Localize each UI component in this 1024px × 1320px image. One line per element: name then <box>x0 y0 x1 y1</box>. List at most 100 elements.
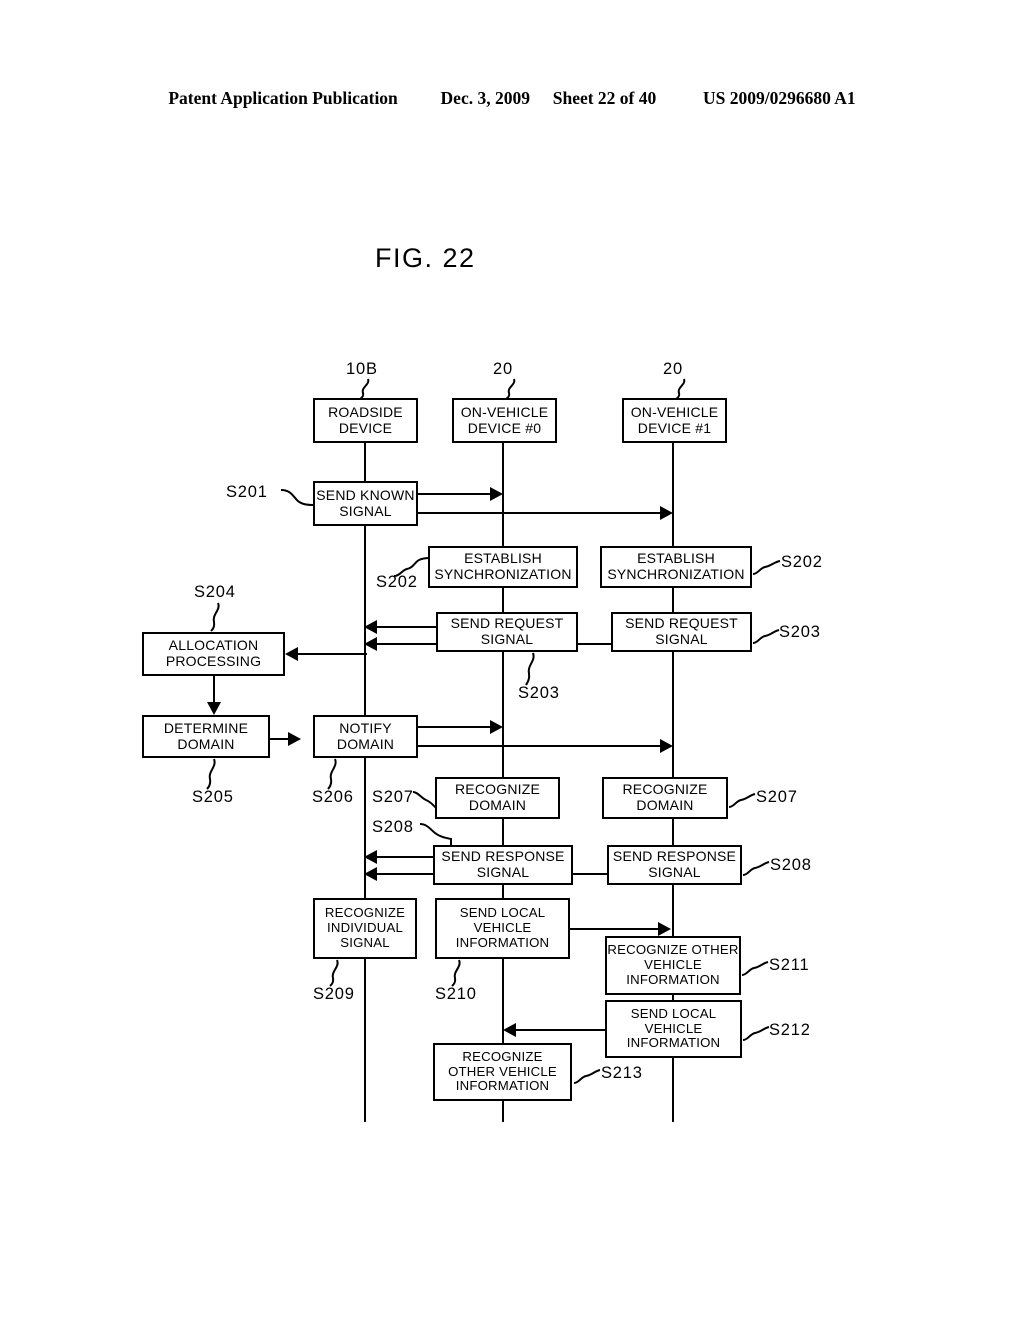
arrowhead-s210-to-onvehicle1 <box>658 922 671 936</box>
leader-squiggle-s205 <box>206 758 216 790</box>
arrow-line-s201-to-onvehicle1 <box>418 512 666 514</box>
step-label-s204: S204 <box>194 583 236 601</box>
lane-header-roadside-line2: DEVICE <box>338 419 393 436</box>
arrowhead-s201-to-onvehicle1 <box>660 506 673 520</box>
arrowhead-notify-to-onvehicle1 <box>660 739 673 753</box>
s209-line1: RECOGNIZE <box>324 905 406 921</box>
step-label-s206: S206 <box>312 788 354 806</box>
leader-squiggle-s203-b <box>752 629 780 644</box>
reference-numeral-20-lane3: 20 <box>663 360 683 378</box>
leader-squiggle-s208-b <box>742 861 770 876</box>
step-label-s211: S211 <box>769 956 810 974</box>
step-label-s202-b: S202 <box>781 553 823 571</box>
step-box-s206-notify-domain: NOTIFY DOMAIN <box>313 715 418 758</box>
step-box-s210-send-local-vehicle-information: SEND LOCAL VEHICLE INFORMATION <box>435 898 570 959</box>
leader-squiggle-s209 <box>329 959 339 987</box>
arrow-line-s208-onvehicle0-to-roadside <box>376 856 435 858</box>
step-box-s213-recognize-other-vehicle-information: RECOGNIZE OTHER VEHICLE INFORMATION <box>433 1043 572 1101</box>
step-label-s212: S212 <box>769 1021 811 1039</box>
s213-line3: INFORMATION <box>455 1078 550 1094</box>
step-label-s208-b: S208 <box>770 856 812 874</box>
s212-line1: SEND LOCAL <box>630 1005 717 1021</box>
step-label-s208-a: S208 <box>372 818 414 836</box>
s204-line1: ALLOCATION <box>168 637 259 654</box>
s211-line2: VEHICLE <box>644 957 702 973</box>
s202b-line2: SYNCHRONIZATION <box>607 566 745 582</box>
arrow-line-s203-onvehicle0-to-roadside <box>376 626 438 628</box>
leader-squiggle-s211 <box>741 961 769 976</box>
s208b-line2: SIGNAL <box>648 864 701 880</box>
step-box-s204-allocation-processing: ALLOCATION PROCESSING <box>142 632 285 676</box>
s203b-line1: SEND REQUEST <box>625 615 738 632</box>
leader-squiggle-s201 <box>280 489 314 506</box>
step-box-s207-recognize-domain-1: RECOGNIZE DOMAIN <box>602 777 728 819</box>
lane-header-onvehicle1-line1: ON-VEHICLE <box>630 403 719 420</box>
step-label-s207-a: S207 <box>372 788 414 806</box>
s201-line2: SIGNAL <box>339 502 392 519</box>
s211-line1: RECOGNIZE OTHER <box>607 942 739 958</box>
leader-squiggle-s207-a <box>412 791 437 809</box>
leader-squiggle-s213 <box>573 1069 601 1084</box>
step-box-s202-establish-synchronization-0: ESTABLISH SYNCHRONIZATION <box>428 546 578 588</box>
s208b-line1: SEND RESPONSE <box>612 848 737 865</box>
s206-line2: DOMAIN <box>336 735 395 752</box>
arrowhead-determine-to-notify <box>288 732 301 746</box>
leader-squiggle-s203-a <box>525 652 535 686</box>
s208a-line1: SEND RESPONSE <box>441 848 565 865</box>
leader-squiggle-20-lane2 <box>505 378 516 400</box>
s212-line3: INFORMATION <box>626 1035 721 1051</box>
arrow-line-allocation-to-determine <box>213 676 215 704</box>
lane-header-onvehicle-device-1: ON-VEHICLE DEVICE #1 <box>622 398 727 443</box>
s202a-line1: ESTABLISH <box>464 550 542 567</box>
s206-line1: NOTIFY <box>339 719 392 736</box>
arrowhead-s203-onvehicle1-to-roadside <box>364 637 377 651</box>
s204-line2: PROCESSING <box>165 653 262 669</box>
leader-squiggle-s210 <box>451 959 461 987</box>
s213-line2: OTHER VEHICLE <box>448 1063 557 1079</box>
s203a-line1: SEND REQUEST <box>450 615 564 632</box>
arrowhead-s201-to-onvehicle0 <box>490 487 503 501</box>
s210-line3: INFORMATION <box>455 934 550 950</box>
step-box-s209-recognize-individual-signal: RECOGNIZE INDIVIDUAL SIGNAL <box>313 898 417 959</box>
s213-line1: RECOGNIZE <box>462 1048 543 1064</box>
step-box-s207-recognize-domain-0: RECOGNIZE DOMAIN <box>435 777 560 819</box>
lane-header-onvehicle1-line2: DEVICE #1 <box>637 419 712 436</box>
s209-line2: INDIVIDUAL <box>326 920 403 936</box>
figure-title: FIG. 22 <box>375 243 476 273</box>
s207a-line1: RECOGNIZE <box>454 781 541 798</box>
leader-squiggle-s212 <box>742 1026 770 1041</box>
step-box-s202-establish-synchronization-1: ESTABLISH SYNCHRONIZATION <box>600 546 752 588</box>
arrowhead-roadside-to-allocation <box>285 647 298 661</box>
s210-line2: VEHICLE <box>473 920 532 936</box>
step-label-s213: S213 <box>601 1064 643 1082</box>
reference-numeral-10B: 10B <box>346 360 378 378</box>
step-box-s203-send-request-signal-0: SEND REQUEST SIGNAL <box>436 612 578 652</box>
lane-header-roadside-device: ROADSIDE DEVICE <box>313 398 418 443</box>
arrowhead-allocation-to-determine <box>207 702 221 715</box>
patent-figure-page: Patent Application Publication Dec. 3, 2… <box>0 0 1024 1320</box>
step-box-s211-recognize-other-vehicle-information: RECOGNIZE OTHER VEHICLE INFORMATION <box>605 936 741 995</box>
step-label-s209: S209 <box>313 985 355 1003</box>
step-box-s208-send-response-signal-0: SEND RESPONSE SIGNAL <box>433 845 573 885</box>
sheet-number: Sheet 22 of 40 <box>552 88 657 108</box>
s207b-line1: RECOGNIZE <box>622 781 708 798</box>
leader-squiggle-s204 <box>210 602 220 632</box>
lane-header-onvehicle0-line2: DEVICE #0 <box>467 419 542 436</box>
s210-line1: SEND LOCAL <box>459 905 546 921</box>
step-box-s208-send-response-signal-1: SEND RESPONSE SIGNAL <box>607 845 742 885</box>
step-label-s202-a: S202 <box>376 573 418 591</box>
lane-header-roadside-line1: ROADSIDE <box>328 403 403 420</box>
s212-line2: VEHICLE <box>644 1020 703 1036</box>
lane-header-onvehicle-device-0: ON-VEHICLE DEVICE #0 <box>452 398 557 443</box>
s201-line1: SEND KNOWN <box>316 486 415 503</box>
lane-header-onvehicle0-line1: ON-VEHICLE <box>460 403 549 420</box>
leader-squiggle-s208-a <box>419 823 452 845</box>
arrowhead-s208-onvehicle0-to-roadside <box>364 850 377 864</box>
publication-title: Patent Application Publication <box>168 88 398 108</box>
publication-header: Patent Application Publication Dec. 3, 2… <box>0 88 1024 109</box>
arrow-line-s210-to-onvehicle1 <box>570 928 662 930</box>
s205-line1: DETERMINE <box>163 719 249 736</box>
step-box-s203-send-request-signal-1: SEND REQUEST SIGNAL <box>611 612 752 652</box>
step-box-s205-determine-domain: DETERMINE DOMAIN <box>142 715 270 758</box>
lifeline-roadside <box>364 442 366 1122</box>
